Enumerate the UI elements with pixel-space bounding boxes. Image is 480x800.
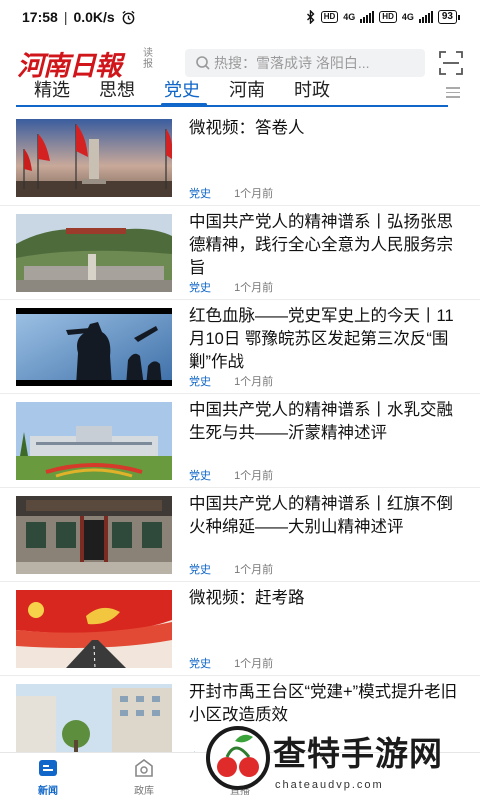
tab-featured[interactable]: 精选: [34, 76, 70, 102]
read-paper-link[interactable]: 读报: [143, 48, 155, 70]
news-time: 1个月前: [234, 376, 274, 388]
news-tag: 党史: [189, 658, 211, 670]
signal-icon: [418, 11, 433, 23]
news-item[interactable]: 微视频：赶考路 党史 1个月前: [0, 582, 480, 676]
scan-icon[interactable]: [438, 50, 464, 76]
news-item[interactable]: 中国共产党人的精神谱系丨红旗不倒 火种绵延——大别山精神述评 党史 1个月前: [0, 488, 480, 582]
news-icon: [39, 760, 57, 776]
nav-news[interactable]: 新闻: [18, 757, 78, 797]
hd-badge: HD: [379, 11, 397, 23]
network-type: 4G: [401, 12, 414, 22]
news-title: 中国共产党人的精神谱系丨红旗不倒 火种绵延——大别山精神述评: [189, 495, 453, 536]
news-thumbnail: [16, 402, 172, 480]
news-item[interactable]: 中国共产党人的精神谱系丨弘扬张思德精神，践行全心全意为人民服务宗旨 党史 1个月…: [0, 206, 480, 300]
watermark-url: chateaudvp.com: [275, 779, 384, 791]
watermark: 查特手游网 chateaudvp.com: [203, 719, 473, 797]
active-tab-indicator: [161, 103, 207, 106]
news-time: 1个月前: [234, 470, 274, 482]
news-meta: 党史 1个月前: [189, 373, 273, 389]
hd-badge: HD: [320, 11, 339, 23]
category-tabs: 精选 思想 党史 河南 时政: [0, 74, 480, 108]
tab-henan[interactable]: 河南: [229, 76, 265, 102]
nav-label: 新闻: [38, 786, 58, 797]
news-tag: 党史: [189, 376, 211, 388]
news-time: 1个月前: [234, 282, 274, 294]
news-tag: 党史: [189, 564, 211, 576]
tab-bar-line: [16, 105, 448, 107]
status-right: HD 4G HD 4G 93: [306, 10, 460, 24]
status-left: 17:58 | 0.0K/s: [22, 9, 136, 25]
news-title: 红色血脉——党史军史上的今天丨11月10日 鄂豫皖苏区发起第三次反“围剿”作战: [189, 307, 454, 371]
news-thumbnail: [16, 496, 172, 574]
news-title: 中国共产党人的精神谱系丨水乳交融 生死与共——沂蒙精神述评: [189, 401, 453, 442]
signal-icon: [360, 11, 375, 23]
news-thumbnail: [16, 119, 172, 197]
alarm-icon: [122, 10, 135, 24]
news-tag: 党史: [189, 188, 211, 200]
news-title: 中国共产党人的精神谱系丨弘扬张思德精神，践行全心全意为人民服务宗旨: [189, 213, 453, 277]
search-bar[interactable]: 热搜：雪落成诗 洛阳白...: [185, 49, 425, 77]
bluetooth-icon: [306, 10, 315, 24]
news-title: 微视频：答卷人: [189, 119, 305, 137]
nav-label: 政库: [134, 786, 154, 797]
watermark-logo: [206, 726, 270, 790]
tab-party-history[interactable]: 党史: [164, 76, 200, 102]
status-time: 17:58: [22, 9, 58, 25]
news-tag: 党史: [189, 470, 211, 482]
tab-thought[interactable]: 思想: [99, 76, 135, 102]
battery-icon: 93: [437, 10, 460, 24]
news-thumbnail: [16, 308, 172, 386]
nav-policy[interactable]: 政库: [114, 757, 174, 797]
news-item[interactable]: 红色血脉——党史军史上的今天丨11月10日 鄂豫皖苏区发起第三次反“围剿”作战 …: [0, 300, 480, 394]
news-meta: 党史 1个月前: [189, 185, 273, 201]
network-type: 4G: [343, 12, 356, 22]
status-bar: 17:58 | 0.0K/s HD 4G HD 4G 93: [0, 0, 480, 34]
watermark-text: 查特手游网: [273, 735, 443, 772]
news-thumbnail: [16, 214, 172, 292]
news-feed: 微视频：答卷人 党史 1个月前 中国共产党人的精神谱系丨弘扬张思德精神，践行全心…: [0, 112, 480, 752]
network-speed: 0.0K/s: [73, 9, 115, 25]
search-placeholder: 热搜：雪落成诗 洛阳白...: [214, 55, 370, 71]
news-time: 1个月前: [234, 188, 274, 200]
news-meta: 党史 1个月前: [189, 467, 273, 483]
news-thumbnail: [16, 590, 172, 668]
news-item[interactable]: 中国共产党人的精神谱系丨水乳交融 生死与共——沂蒙精神述评 党史 1个月前: [0, 394, 480, 488]
news-tag: 党史: [189, 282, 211, 294]
policy-icon: [135, 759, 153, 777]
news-time: 1个月前: [234, 658, 274, 670]
news-meta: 党史 1个月前: [189, 655, 273, 671]
menu-icon[interactable]: [446, 87, 460, 98]
tab-politics[interactable]: 时政: [294, 76, 330, 102]
news-meta: 党史 1个月前: [189, 279, 273, 295]
news-meta: 党史 1个月前: [189, 561, 273, 577]
battery-level: 93: [437, 10, 457, 24]
news-title: 微视频：赶考路: [189, 589, 305, 607]
news-time: 1个月前: [234, 564, 274, 576]
news-thumbnail: [16, 684, 172, 752]
search-icon: [196, 56, 210, 70]
news-item[interactable]: 微视频：答卷人 党史 1个月前: [0, 112, 480, 206]
